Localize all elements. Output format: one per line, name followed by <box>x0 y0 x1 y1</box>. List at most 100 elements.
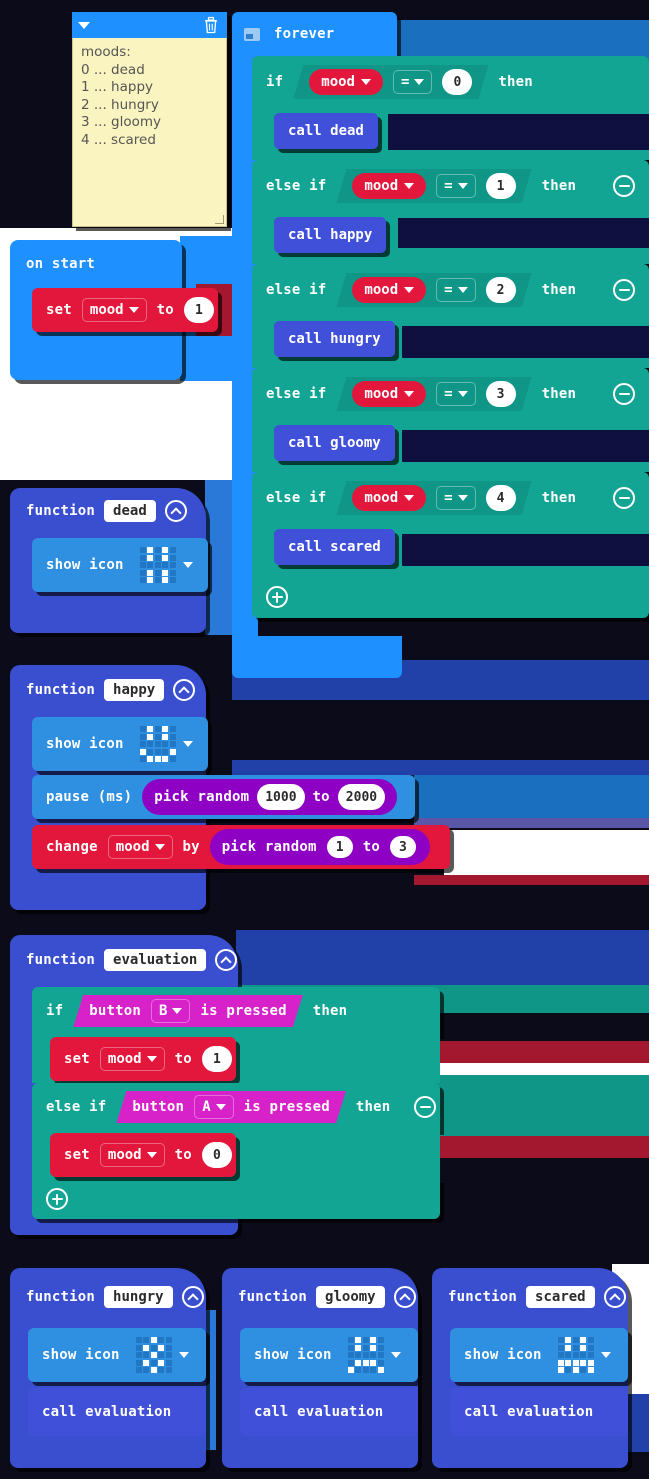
function-hungry-block[interactable]: function hungry show icon call evaluatio… <box>10 1268 206 1468</box>
set-value-input[interactable]: 0 <box>201 1142 232 1168</box>
random-min-input[interactable]: 1000 <box>257 784 305 810</box>
comment-resize-handle[interactable] <box>215 215 224 224</box>
trash-icon[interactable] <box>201 15 221 35</box>
chevron-down-icon[interactable] <box>178 1352 189 1358</box>
operator-dropdown[interactable]: = <box>436 382 475 406</box>
set-variable-block[interactable]: set mood to 0 <box>50 1133 236 1177</box>
call-evaluation-block[interactable]: call evaluation <box>28 1388 206 1436</box>
compare-value-input[interactable]: 1 <box>486 173 516 199</box>
else-if-branch-2[interactable]: else if mood = 2 then <box>252 264 649 316</box>
variable-mood-dropdown[interactable]: mood <box>352 381 426 407</box>
comparison-block[interactable]: mood = 3 <box>336 377 531 411</box>
show-icon-block-hungry[interactable]: show icon <box>28 1328 206 1382</box>
if-else-block-evaluation[interactable]: if button B is pressed then set mood to … <box>32 987 440 1219</box>
variable-mood-dropdown[interactable]: mood <box>352 485 426 511</box>
function-scared-header[interactable]: function scared <box>448 1286 626 1308</box>
comparison-block[interactable]: mood = 4 <box>336 481 531 515</box>
function-gloomy-block[interactable]: function gloomy show icon call evaluatio… <box>222 1268 418 1468</box>
chevron-down-icon[interactable] <box>146 1056 157 1062</box>
chevron-down-icon[interactable] <box>390 1352 401 1358</box>
chevron-down-icon[interactable] <box>414 79 424 85</box>
chevron-down-icon[interactable] <box>172 1008 182 1014</box>
variable-mood-dropdown[interactable]: mood <box>352 173 426 199</box>
chevron-down-icon[interactable] <box>458 183 468 189</box>
else-if-branch-button-a[interactable]: else if button A is pressed then <box>32 1083 440 1131</box>
workspace-canvas[interactable]: moods: 0 ... dead 1 ... happy 2 ... hung… <box>0 0 649 1479</box>
chevron-down-icon[interactable] <box>182 562 193 568</box>
call-happy-block[interactable]: call happy <box>274 217 387 253</box>
call-gloomy-block[interactable]: call gloomy <box>274 425 395 461</box>
button-pressed-block[interactable]: button B is pressed <box>73 995 303 1027</box>
function-happy-header[interactable]: function happy <box>26 679 196 701</box>
function-dead-header[interactable]: function dead <box>26 500 187 522</box>
forever-block[interactable]: forever if mood = 0 then call dead else … <box>232 12 649 678</box>
else-if-branch-1[interactable]: else if mood = 1 then <box>252 160 649 212</box>
remove-branch-button[interactable] <box>613 487 635 509</box>
on-start-block[interactable]: on start set mood to 1 <box>10 240 218 380</box>
compare-value-input[interactable]: 3 <box>486 381 516 407</box>
operator-dropdown[interactable]: = <box>436 174 475 198</box>
remove-branch-button[interactable] <box>414 1096 436 1118</box>
led-icon-dropdown-scared[interactable] <box>551 1333 617 1377</box>
chevron-down-icon[interactable] <box>361 79 371 85</box>
chevron-down-icon[interactable] <box>458 495 468 501</box>
forever-header[interactable]: forever <box>232 12 397 56</box>
chevron-down-icon[interactable] <box>128 307 139 313</box>
show-icon-block-scared[interactable]: show icon <box>450 1328 628 1382</box>
compare-value-input[interactable]: 4 <box>486 485 516 511</box>
chevron-up-circle-icon[interactable] <box>173 679 196 701</box>
chevron-down-icon[interactable] <box>78 21 90 29</box>
chevron-down-icon[interactable] <box>458 391 468 397</box>
variable-mood-dropdown[interactable]: mood <box>99 1047 165 1071</box>
chevron-down-icon[interactable] <box>404 287 414 293</box>
function-name-field[interactable]: evaluation <box>104 949 207 971</box>
comment-header[interactable] <box>72 12 227 38</box>
workspace-comment[interactable]: moods: 0 ... dead 1 ... happy 2 ... hung… <box>72 12 227 227</box>
function-dead-block[interactable]: function dead show icon <box>10 488 208 633</box>
if-branch-0[interactable]: if mood = 0 then <box>252 56 649 108</box>
button-pressed-block[interactable]: button A is pressed <box>116 1091 346 1123</box>
if-else-block[interactable]: if mood = 0 then call dead else if mood … <box>252 56 649 618</box>
else-if-branch-4[interactable]: else if mood = 4 then <box>252 472 649 524</box>
function-name-field[interactable]: happy <box>104 679 165 701</box>
add-branch-button[interactable] <box>46 1188 68 1210</box>
operator-dropdown[interactable]: = <box>436 486 475 510</box>
pick-random-block-change[interactable]: pick random 1 to 3 <box>209 829 430 865</box>
change-variable-block[interactable]: change mood by pick random 1 to 3 <box>32 825 450 869</box>
chevron-up-circle-icon[interactable] <box>164 500 187 522</box>
function-name-field[interactable]: gloomy <box>316 1286 385 1308</box>
add-branch-button[interactable] <box>266 586 288 608</box>
call-dead-block[interactable]: call dead <box>274 113 378 149</box>
remove-branch-button[interactable] <box>613 279 635 301</box>
chevron-down-icon[interactable] <box>182 741 193 747</box>
show-icon-block-gloomy[interactable]: show icon <box>240 1328 418 1382</box>
function-evaluation-header[interactable]: function evaluation <box>26 949 238 971</box>
remove-branch-button[interactable] <box>613 175 635 197</box>
comparison-block[interactable]: mood = 0 <box>293 65 488 99</box>
chevron-up-circle-icon[interactable] <box>393 1286 416 1308</box>
chevron-up-circle-icon[interactable] <box>215 949 238 971</box>
chevron-down-icon[interactable] <box>216 1104 226 1110</box>
button-select-dropdown[interactable]: A <box>194 1095 233 1119</box>
function-name-field[interactable]: dead <box>104 500 156 522</box>
function-hungry-header[interactable]: function hungry <box>26 1286 204 1308</box>
led-icon-dropdown-gloomy[interactable] <box>341 1333 407 1377</box>
chevron-down-icon[interactable] <box>154 844 165 850</box>
pause-block[interactable]: pause (ms) pick random 1000 to 2000 <box>32 775 415 819</box>
call-scared-block[interactable]: call scared <box>274 529 395 565</box>
set-value-input[interactable]: 1 <box>183 297 214 323</box>
function-name-field[interactable]: scared <box>526 1286 595 1308</box>
else-if-branch-3[interactable]: else if mood = 3 then <box>252 368 649 420</box>
variable-mood-dropdown[interactable]: mood <box>81 298 147 322</box>
random-max-input[interactable]: 3 <box>387 834 418 860</box>
operator-dropdown[interactable]: = <box>393 70 432 94</box>
variable-mood-dropdown[interactable]: mood <box>352 277 426 303</box>
function-name-field[interactable]: hungry <box>104 1286 173 1308</box>
led-icon-dropdown-hungry[interactable] <box>129 1333 195 1377</box>
show-icon-block-dead[interactable]: show icon <box>32 538 208 592</box>
random-max-input[interactable]: 2000 <box>337 784 386 810</box>
remove-branch-button[interactable] <box>613 383 635 405</box>
pick-random-block-pause[interactable]: pick random 1000 to 2000 <box>142 779 398 815</box>
chevron-down-icon[interactable] <box>600 1352 611 1358</box>
chevron-up-circle-icon[interactable] <box>603 1286 626 1308</box>
